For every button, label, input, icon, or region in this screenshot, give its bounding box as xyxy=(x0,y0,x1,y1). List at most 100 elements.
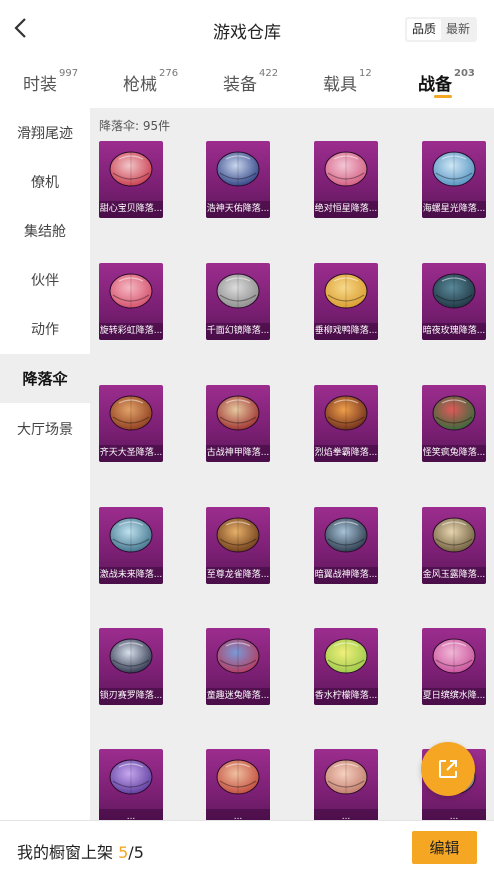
sidebar-item-parachute[interactable]: 降落伞 xyxy=(0,354,90,403)
tab-count: 422 xyxy=(259,68,279,79)
parachute-item-card[interactable]: 烈焰拳霸降落... xyxy=(314,385,378,462)
parachute-item-card[interactable]: ... xyxy=(314,749,378,820)
parachute-icon xyxy=(324,517,368,553)
parachute-icon xyxy=(324,638,368,674)
parachute-item-name: 古战神甲降落... xyxy=(206,445,270,462)
showcase-total-count: 5 xyxy=(133,843,144,862)
parachute-item-card[interactable]: ... xyxy=(206,749,270,820)
item-count-label: 降落伞: 95件 xyxy=(99,119,171,133)
parachute-item-card[interactable]: 童趣迷兔降落... xyxy=(206,628,270,705)
parachute-item-card[interactable]: 怪笑疯兔降落... xyxy=(422,385,486,462)
parachute-item-name: 怪笑疯兔降落... xyxy=(422,445,486,462)
parachute-item-name: 烈焰拳霸降落... xyxy=(314,445,378,462)
parachute-item-name: 香水柠檬降落... xyxy=(314,688,378,705)
parachute-icon xyxy=(109,151,153,187)
parachute-item-name: 至尊龙雀降落... xyxy=(206,567,270,584)
tab-fashion[interactable]: 时装997 xyxy=(23,68,79,95)
parachute-icon xyxy=(109,638,153,674)
parachute-item-name: 激战未来降落... xyxy=(99,567,163,584)
parachute-item-card[interactable]: 甜心宝贝降落... xyxy=(99,141,163,218)
sidebar-item-lobby-scene[interactable]: 大厅场景 xyxy=(0,404,90,453)
showcase-label: 我的橱窗上架 xyxy=(17,843,114,862)
tab-label: 枪械 xyxy=(123,75,157,95)
parachute-item-card[interactable]: 海螺星光降落... xyxy=(422,141,486,218)
tab-equipment[interactable]: 装备422 xyxy=(223,68,279,95)
parachute-item-card[interactable]: 金风玉露降落... xyxy=(422,507,486,584)
parachute-item-card[interactable]: 至尊龙雀降落... xyxy=(206,507,270,584)
tab-label: 载具 xyxy=(323,75,357,95)
parachute-item-card[interactable]: 垂柳戏鸭降落... xyxy=(314,263,378,340)
parachute-item-card[interactable]: ... xyxy=(99,749,163,820)
parachute-icon xyxy=(109,517,153,553)
parachute-item-card[interactable]: 绝对恒星降落... xyxy=(314,141,378,218)
sort-latest-button[interactable]: 最新 xyxy=(441,19,475,40)
parachute-icon xyxy=(109,395,153,431)
category-tabs: 时装997 枪械276 装备422 载具12 战备203 xyxy=(0,58,494,106)
sidebar-item-emote[interactable]: 动作 xyxy=(0,304,90,353)
parachute-icon xyxy=(432,638,476,674)
tab-count: 276 xyxy=(159,68,179,79)
sidebar-item-wingman[interactable]: 僚机 xyxy=(0,157,90,206)
parachute-item-card[interactable]: 浩神天佑降落... xyxy=(206,141,270,218)
edit-button[interactable]: 编辑 xyxy=(412,831,477,864)
parachute-icon xyxy=(216,273,260,309)
share-button[interactable] xyxy=(421,742,475,796)
parachute-icon xyxy=(216,638,260,674)
parachute-item-card[interactable]: 千面幻镜降落... xyxy=(206,263,270,340)
parachute-item-card[interactable]: 暗夜玫瑰降落... xyxy=(422,263,486,340)
sidebar-item-rally-pod[interactable]: 集结舱 xyxy=(0,206,90,255)
parachute-icon xyxy=(432,395,476,431)
item-grid-panel: 降落伞: 95件 甜心宝贝降落... 浩神天佑降落... 绝对恒星降落... 海螺星光… xyxy=(90,108,494,820)
parachute-item-card[interactable]: 激战未来降落... xyxy=(99,507,163,584)
parachute-icon xyxy=(324,273,368,309)
parachute-icon xyxy=(432,273,476,309)
parachute-item-name: 齐天大圣降落... xyxy=(99,445,163,462)
parachute-item-name: 锁刃赛罗降落... xyxy=(99,688,163,705)
parachute-icon xyxy=(216,759,260,795)
parachute-icon xyxy=(324,395,368,431)
parachute-item-name: ... xyxy=(206,809,270,820)
tab-count: 997 xyxy=(59,68,79,79)
tab-count: 12 xyxy=(359,68,372,79)
parachute-item-name: 暗夜玫瑰降落... xyxy=(422,323,486,340)
parachute-item-name: 金风玉露降落... xyxy=(422,567,486,584)
parachute-icon xyxy=(216,517,260,553)
parachute-item-name: 旋转彩虹降落... xyxy=(99,323,163,340)
sort-quality-button[interactable]: 品质 xyxy=(407,19,441,40)
tab-count: 203 xyxy=(454,68,475,79)
parachute-icon xyxy=(109,273,153,309)
parachute-item-card[interactable]: 齐天大圣降落... xyxy=(99,385,163,462)
share-out-icon xyxy=(439,760,457,778)
tab-label: 时装 xyxy=(23,75,57,95)
parachute-icon xyxy=(324,151,368,187)
parachute-item-name: 夏日缤缤水降... xyxy=(422,688,486,705)
parachute-item-name: 垂柳戏鸭降落... xyxy=(314,323,378,340)
parachute-icon xyxy=(216,151,260,187)
parachute-item-name: 千面幻镜降落... xyxy=(206,323,270,340)
parachute-item-name: ... xyxy=(422,809,486,820)
parachute-item-name: 童趣迷兔降落... xyxy=(206,688,270,705)
tab-vehicles[interactable]: 载具12 xyxy=(323,68,372,95)
parachute-icon xyxy=(109,759,153,795)
tab-label: 战备 xyxy=(418,75,452,95)
sort-toggle: 品质 最新 xyxy=(405,17,477,42)
parachute-item-card[interactable]: 古战神甲降落... xyxy=(206,385,270,462)
parachute-item-card[interactable]: 锁刃赛罗降落... xyxy=(99,628,163,705)
tab-battle-gear[interactable]: 战备203 xyxy=(418,68,475,95)
sidebar: 滑翔尾迹 僚机 集结舱 伙伴 动作 降落伞 大厅场景 xyxy=(0,108,90,820)
tab-guns[interactable]: 枪械276 xyxy=(123,68,179,95)
sidebar-item-glide-trail[interactable]: 滑翔尾迹 xyxy=(0,108,90,157)
parachute-item-card[interactable]: 暗翼战神降落... xyxy=(314,507,378,584)
parachute-item-card[interactable]: 香水柠檬降落... xyxy=(314,628,378,705)
parachute-item-name: 暗翼战神降落... xyxy=(314,567,378,584)
parachute-item-name: ... xyxy=(314,809,378,820)
sidebar-item-companion[interactable]: 伙伴 xyxy=(0,255,90,304)
parachute-item-name: 绝对恒星降落... xyxy=(314,201,378,218)
parachute-item-card[interactable]: 夏日缤缤水降... xyxy=(422,628,486,705)
tab-label: 装备 xyxy=(223,75,257,95)
parachute-icon xyxy=(432,517,476,553)
parachute-icon xyxy=(216,395,260,431)
showcase-current-count: 5 xyxy=(118,843,129,862)
parachute-item-card[interactable]: 旋转彩虹降落... xyxy=(99,263,163,340)
parachute-item-name: 海螺星光降落... xyxy=(422,201,486,218)
